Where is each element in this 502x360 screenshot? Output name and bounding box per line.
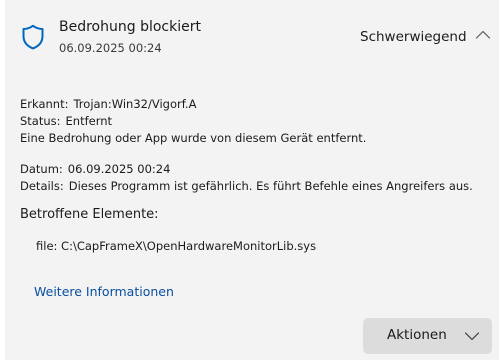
severity-label: Schwerwiegend	[360, 29, 467, 45]
actions-button[interactable]: Aktionen	[363, 318, 492, 354]
status-value: Entfernt	[65, 114, 113, 128]
more-info-link[interactable]: Weitere Informationen	[34, 284, 174, 299]
date-row: Datum: 06.09.2025 00:24	[20, 161, 490, 178]
chevron-down-icon	[464, 332, 480, 341]
date-label: Datum:	[20, 162, 63, 176]
detected-value: Trojan:Win32/Vigorf.A	[73, 97, 197, 111]
date-value: 06.09.2025 00:24	[67, 162, 171, 176]
detected-label: Erkannt:	[20, 97, 69, 111]
threat-details: Erkannt: Trojan:Win32/Vigorf.A Status: Ent…	[20, 96, 490, 195]
status-row: Status: Entfernt	[20, 113, 490, 130]
shield-icon	[22, 24, 44, 50]
affected-item-prefix: file:	[36, 239, 58, 253]
details-label: Details:	[20, 179, 64, 193]
threat-timestamp: 06.09.2025 00:24	[59, 41, 162, 55]
details-value: Dieses Programm ist gefährlich. Es führt…	[68, 179, 473, 193]
affected-item: file: C:\CapFrameX\OpenHardwareMonitorLi…	[36, 239, 316, 253]
threat-title: Bedrohung blockiert	[59, 19, 201, 35]
affected-item-path: C:\CapFrameX\OpenHardwareMonitorLib.sys	[61, 239, 317, 253]
status-label: Status:	[20, 114, 61, 128]
threat-card: Bedrohung blockiert 06.09.2025 00:24 Sch…	[5, 0, 499, 360]
detected-row: Erkannt: Trojan:Win32/Vigorf.A	[20, 96, 490, 113]
affected-items-title: Betroffene Elemente:	[20, 207, 159, 222]
status-message: Eine Bedrohung oder App wurde von diesem…	[20, 131, 367, 145]
threat-card-header[interactable]: Bedrohung blockiert 06.09.2025 00:24 Sch…	[5, 0, 499, 75]
details-row: Details: Dieses Programm ist gefährlich. …	[20, 178, 490, 195]
chevron-up-icon[interactable]	[475, 28, 491, 42]
actions-button-label: Aktionen	[387, 327, 447, 343]
